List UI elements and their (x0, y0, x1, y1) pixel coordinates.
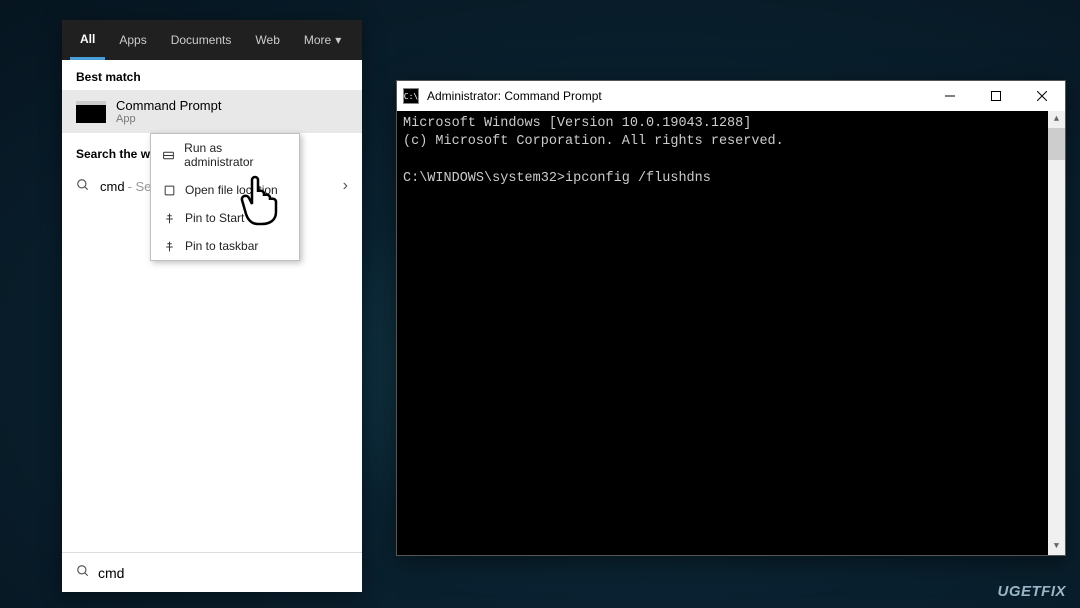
search-input-bar (62, 552, 362, 592)
ctx-pin-to-taskbar-label: Pin to taskbar (185, 239, 258, 253)
search-icon (76, 564, 90, 581)
cmd-window-icon: C:\ (403, 88, 419, 104)
tab-documents[interactable]: Documents (161, 22, 242, 58)
scroll-up-button[interactable]: ▲ (1048, 111, 1065, 128)
search-icon (76, 178, 90, 195)
search-tabs: All Apps Documents Web More ▾ (62, 20, 362, 60)
shield-icon (161, 149, 176, 162)
result-text: Command Prompt App (116, 98, 221, 125)
chevron-down-icon: ▾ (335, 33, 341, 47)
pin-icon (161, 240, 177, 253)
close-button[interactable] (1019, 81, 1065, 111)
ctx-pin-to-taskbar[interactable]: Pin to taskbar (151, 232, 299, 260)
pin-icon (161, 212, 177, 225)
result-subtitle: App (116, 113, 221, 125)
folder-icon (161, 184, 177, 197)
windows-search-panel: All Apps Documents Web More ▾ Best match… (62, 20, 362, 592)
search-input[interactable] (98, 565, 348, 581)
cmd-line2: (c) Microsoft Corporation. All rights re… (403, 134, 784, 149)
tab-more-label: More (304, 33, 331, 47)
best-match-heading: Best match (62, 60, 362, 90)
cmd-line1: Microsoft Windows [Version 10.0.19043.12… (403, 116, 751, 131)
tab-web[interactable]: Web (245, 22, 289, 58)
maximize-button[interactable] (973, 81, 1019, 111)
search-result-command-prompt[interactable]: Command Prompt App (62, 90, 362, 133)
cmd-console-body[interactable]: Microsoft Windows [Version 10.0.19043.12… (397, 111, 1065, 555)
cmd-typed-command: ipconfig /flushdns (565, 171, 711, 186)
chevron-right-icon[interactable]: › (343, 177, 348, 195)
vertical-scrollbar[interactable]: ▲ ▼ (1048, 111, 1065, 555)
cmd-app-icon (76, 101, 106, 123)
hand-cursor-icon (234, 170, 286, 226)
scroll-thumb[interactable] (1048, 128, 1065, 160)
tab-more[interactable]: More ▾ (294, 22, 351, 58)
tab-apps[interactable]: Apps (109, 22, 156, 58)
ctx-run-as-admin-label: Run as administrator (184, 141, 289, 169)
minimize-button[interactable] (927, 81, 973, 111)
scroll-down-button[interactable]: ▼ (1048, 538, 1065, 555)
cmd-prompt-path: C:\WINDOWS\system32> (403, 171, 565, 186)
watermark: UGETFIX (997, 583, 1066, 600)
scroll-track[interactable] (1048, 128, 1065, 538)
command-prompt-window: C:\ Administrator: Command Prompt Micros… (396, 80, 1066, 556)
cmd-titlebar[interactable]: C:\ Administrator: Command Prompt (397, 81, 1065, 111)
tab-all[interactable]: All (70, 21, 105, 60)
web-query: cmd (100, 179, 125, 194)
cmd-window-title: Administrator: Command Prompt (427, 89, 927, 103)
result-title: Command Prompt (116, 98, 221, 113)
